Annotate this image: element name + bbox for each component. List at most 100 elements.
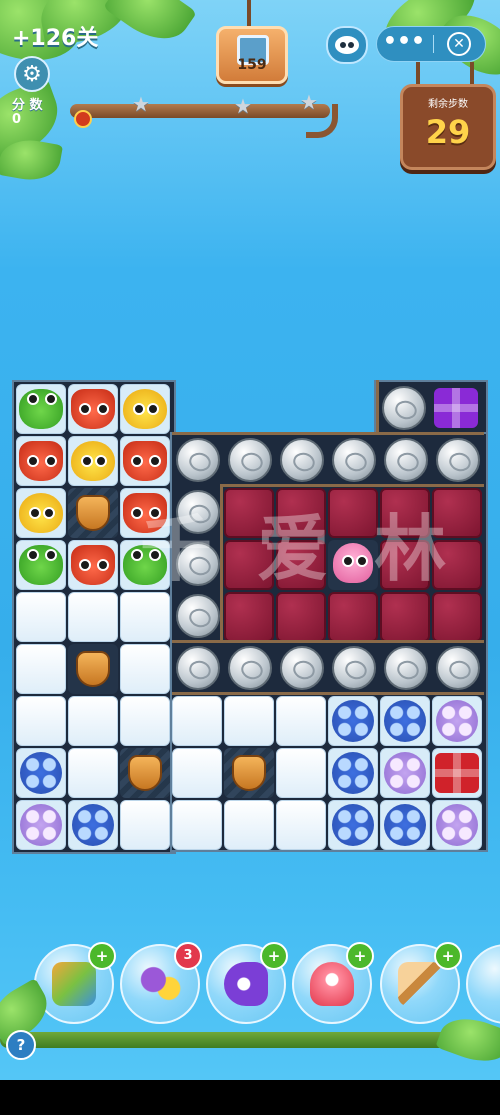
leaf-shield-blocker-icon[interactable]	[232, 755, 266, 791]
ice-block[interactable]	[276, 748, 326, 798]
fox-piece-icon[interactable]	[123, 441, 167, 481]
ice-block[interactable]	[16, 592, 66, 642]
silver-coin-icon[interactable]	[382, 386, 426, 430]
silver-coin-icon[interactable]	[176, 646, 220, 690]
silver-coin-icon[interactable]	[384, 438, 428, 482]
silver-coin-icon[interactable]	[228, 646, 272, 690]
blue-flower-icon[interactable]	[332, 804, 374, 846]
ice-block[interactable]	[276, 800, 326, 850]
blue-flower-icon[interactable]	[384, 804, 426, 846]
frog-piece-icon[interactable]	[123, 545, 167, 585]
blue-flower-icon[interactable]	[332, 752, 374, 794]
ice-block[interactable]	[120, 696, 170, 746]
jam-block[interactable]	[432, 488, 482, 538]
ice-block[interactable]	[68, 592, 118, 642]
lilac-flower-icon[interactable]	[436, 700, 478, 742]
silver-coin-icon[interactable]	[176, 594, 220, 638]
ice-block[interactable]	[16, 644, 66, 694]
jam-block[interactable]	[328, 592, 378, 642]
jam-block[interactable]	[432, 540, 482, 590]
jam-block[interactable]	[224, 592, 274, 642]
chick-piece-icon[interactable]	[71, 441, 115, 481]
silver-coin-icon[interactable]	[332, 438, 376, 482]
frog-piece-icon[interactable]	[19, 545, 63, 585]
settings-gear-button[interactable]: ⚙	[14, 56, 50, 92]
booster-count-badge: 3	[174, 942, 202, 970]
ice-block[interactable]	[276, 696, 326, 746]
leaf-decoration	[102, 0, 198, 54]
leaf-shield-blocker-icon[interactable]	[128, 755, 162, 791]
jam-block[interactable]	[224, 488, 274, 538]
silver-coin-icon[interactable]	[176, 438, 220, 482]
ice-block[interactable]	[120, 644, 170, 694]
blue-flower-icon[interactable]	[72, 804, 114, 846]
frog-piece-icon[interactable]	[19, 389, 63, 429]
star-icon: ★	[300, 90, 318, 114]
booster-swap[interactable]: 3	[120, 942, 202, 1024]
lilac-flower-icon[interactable]	[436, 804, 478, 846]
ice-block[interactable]	[68, 748, 118, 798]
booster-board-shuffle[interactable]: +	[34, 942, 116, 1024]
leaf-shield-blocker-icon[interactable]	[76, 495, 110, 531]
jam-block[interactable]	[432, 592, 482, 642]
fox-piece-icon[interactable]	[71, 545, 115, 585]
eye	[131, 455, 143, 467]
lilac-flower-icon[interactable]	[384, 752, 426, 794]
booster-horizontal-rocket[interactable]: +	[206, 942, 288, 1024]
ice-block[interactable]	[16, 696, 66, 746]
silver-coin-icon[interactable]	[384, 646, 428, 690]
lilac-flower-icon[interactable]	[20, 804, 62, 846]
leaf-shield-blocker-icon[interactable]	[76, 651, 110, 687]
ice-block[interactable]	[120, 800, 170, 850]
jam-block[interactable]	[380, 592, 430, 642]
fox-piece-icon[interactable]	[19, 441, 63, 481]
booster-vertical-rocket[interactable]: +	[292, 942, 374, 1024]
jam-block[interactable]	[276, 592, 326, 642]
silver-coin-icon[interactable]	[176, 542, 220, 586]
fox-piece-icon[interactable]	[71, 389, 115, 429]
silver-coin-icon[interactable]	[228, 438, 272, 482]
blue-flower-icon[interactable]	[20, 752, 62, 794]
jam-block[interactable]	[380, 488, 430, 538]
blue-flower-icon[interactable]	[384, 700, 426, 742]
jam-block[interactable]	[380, 540, 430, 590]
capsule-divider	[433, 35, 434, 53]
eye	[27, 393, 39, 405]
blue-flower-icon[interactable]	[332, 700, 374, 742]
jam-block[interactable]	[276, 488, 326, 538]
jam-block[interactable]	[224, 540, 274, 590]
close-button[interactable]: ✕	[447, 32, 471, 56]
silver-coin-icon[interactable]	[280, 646, 324, 690]
hammer-icon	[398, 962, 442, 1006]
chick-piece-icon[interactable]	[123, 389, 167, 429]
booster-hammer[interactable]: +	[380, 942, 462, 1024]
silver-coin-icon[interactable]	[280, 438, 324, 482]
ice-block[interactable]	[224, 800, 274, 850]
ice-block[interactable]	[172, 696, 222, 746]
octopus-piece-icon[interactable]	[333, 543, 373, 583]
silver-coin-icon[interactable]	[436, 646, 480, 690]
jam-block[interactable]	[276, 540, 326, 590]
purple-gift-box-icon[interactable]	[434, 388, 478, 428]
booster-plus-badge: +	[260, 942, 288, 970]
mascot-button[interactable]	[326, 26, 368, 64]
help-button[interactable]: ?	[6, 1030, 36, 1060]
eye	[97, 403, 109, 415]
ice-block[interactable]	[68, 696, 118, 746]
vine-decoration	[0, 1032, 500, 1048]
eye	[45, 549, 57, 561]
ice-block[interactable]	[120, 592, 170, 642]
silver-coin-icon[interactable]	[436, 438, 480, 482]
silver-coin-icon[interactable]	[332, 646, 376, 690]
ice-block[interactable]	[172, 800, 222, 850]
jam-block[interactable]	[328, 488, 378, 538]
fox-piece-icon[interactable]	[123, 493, 167, 533]
eye	[131, 549, 143, 561]
booster-partial[interactable]	[466, 944, 500, 1024]
red-gift-box-icon[interactable]	[435, 753, 479, 793]
ice-block[interactable]	[172, 748, 222, 798]
silver-coin-icon[interactable]	[176, 490, 220, 534]
chick-piece-icon[interactable]	[19, 493, 63, 533]
ice-block[interactable]	[224, 696, 274, 746]
more-options-button[interactable]: •••	[377, 27, 431, 61]
